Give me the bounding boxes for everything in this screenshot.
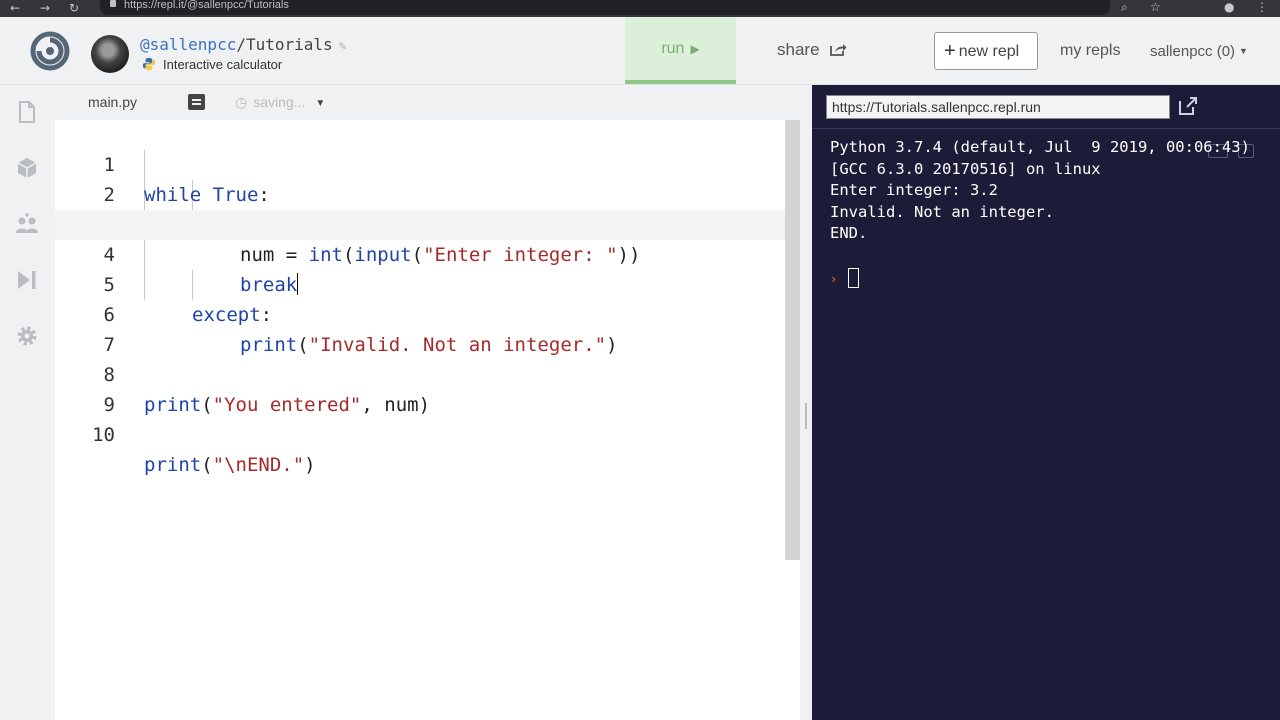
console-line: Enter integer: 3.2 xyxy=(830,181,998,199)
code-line: 5 except: xyxy=(55,240,785,326)
repl-path: @sallenpcc/Tutorials ✎ xyxy=(140,35,347,54)
run-label: run xyxy=(661,40,685,57)
chevron-down-icon: ▼ xyxy=(1239,46,1248,56)
description-text: Interactive calculator xyxy=(163,57,283,72)
editor-tab-bar: main.py ◷ saving... ▼ xyxy=(55,85,800,120)
my-repls-link[interactable]: my repls xyxy=(1060,42,1120,60)
console-line: [GCC 6.3.0 20170516] on linux xyxy=(830,159,1101,178)
sidebar xyxy=(0,85,55,720)
code-editor[interactable]: 1 while True: 2 try: 3 num = int(input("… xyxy=(55,120,800,720)
prompt-arrow-icon: › xyxy=(830,272,838,286)
share-icon xyxy=(830,44,847,56)
console-pane[interactable]: https://Tutorials.sallenpcc.repl.run Pyt… xyxy=(812,85,1280,720)
code-line: 2 try: xyxy=(55,150,785,236)
console-line: Python 3.7.4 (default, Jul 9 2019, 00:06… xyxy=(830,138,1250,156)
repl-url-field[interactable]: https://Tutorials.sallenpcc.repl.run xyxy=(826,95,1170,119)
replit-logo-icon[interactable] xyxy=(30,31,70,71)
repl-name[interactable]: Tutorials xyxy=(246,35,333,54)
profile-icon[interactable]: ● xyxy=(1224,0,1234,14)
code-text: print("\nEND.") xyxy=(144,454,316,476)
history-icon: ◷ xyxy=(235,94,248,110)
console-line: Invalid. Not an integer. xyxy=(830,202,1054,221)
play-icon: ▶ xyxy=(690,42,700,56)
menu-icon[interactable]: ⋮ xyxy=(1256,0,1268,14)
drag-handle-icon[interactable] xyxy=(805,403,807,429)
save-status[interactable]: ◷ saving... ▼ xyxy=(235,85,325,121)
reload-icon[interactable]: ↻ xyxy=(69,1,79,15)
forward-icon[interactable]: → xyxy=(40,1,50,15)
debugger-icon[interactable] xyxy=(15,268,39,292)
code-line-active: 4 break xyxy=(55,210,785,296)
console-output: Python 3.7.4 (default, Jul 9 2019, 00:06… xyxy=(830,137,1250,245)
files-icon[interactable] xyxy=(15,100,39,124)
code-line: 8 print("You entered", num) xyxy=(55,330,785,416)
code-line: 3 num = int(input("Enter integer: ")) xyxy=(55,180,785,266)
pencil-icon[interactable]: ✎ xyxy=(339,39,347,54)
multiplayer-icon[interactable] xyxy=(15,212,39,236)
chevron-down-icon: ▼ xyxy=(315,98,326,109)
python-icon xyxy=(142,57,156,71)
user-menu-label: sallenpcc (0) xyxy=(1150,43,1236,60)
plus-icon: + xyxy=(944,40,956,62)
code-line: 6 print("Invalid. Not an integer.") xyxy=(55,270,785,356)
editor-scrollbar[interactable] xyxy=(785,120,800,560)
lock-icon xyxy=(110,0,116,7)
console-prompt[interactable]: › xyxy=(830,268,859,288)
save-status-label: saving... xyxy=(253,94,306,110)
packages-icon[interactable] xyxy=(15,156,39,180)
pane-divider[interactable] xyxy=(800,85,812,720)
run-button[interactable]: run ▶ xyxy=(625,17,736,84)
user-handle-link[interactable]: @sallenpcc xyxy=(140,35,236,54)
line-number: 10 xyxy=(92,424,115,446)
back-icon[interactable]: ← xyxy=(10,1,20,15)
new-repl-button[interactable]: + new repl xyxy=(934,32,1038,70)
new-repl-label: new repl xyxy=(958,43,1020,60)
settings-gear-icon[interactable] xyxy=(15,324,39,348)
code-line: 1 while True: xyxy=(55,120,785,206)
divider xyxy=(812,128,1280,129)
avatar[interactable] xyxy=(91,35,129,73)
share-label: share xyxy=(777,40,820,59)
file-icon[interactable] xyxy=(188,94,205,110)
console-cursor xyxy=(848,268,859,288)
address-bar[interactable]: https://repl.it/@sallenpcc/Tutorials xyxy=(100,0,1110,15)
browser-bar: ← → ↻ https://repl.it/@sallenpcc/Tutoria… xyxy=(0,0,1280,17)
code-line: 9 xyxy=(55,360,785,416)
star-icon[interactable]: ☆ xyxy=(1150,0,1161,14)
address-text: https://repl.it/@sallenpcc/Tutorials xyxy=(124,0,289,11)
tab-main-py[interactable]: main.py xyxy=(55,85,175,120)
app-header: @sallenpcc/Tutorials ✎ Interactive calcul… xyxy=(0,17,1280,85)
code-line: 10 print("\nEND.") xyxy=(55,390,785,476)
path-separator: / xyxy=(236,35,246,54)
external-link-icon[interactable] xyxy=(1177,95,1199,117)
code-line: 7 xyxy=(55,300,785,356)
share-button[interactable]: share xyxy=(760,17,867,84)
console-line: END. xyxy=(830,224,868,242)
search-icon[interactable]: ⌕ xyxy=(1121,0,1128,15)
repl-description: Interactive calculator xyxy=(141,57,282,72)
user-menu[interactable]: sallenpcc (0) ▼ xyxy=(1150,43,1248,60)
